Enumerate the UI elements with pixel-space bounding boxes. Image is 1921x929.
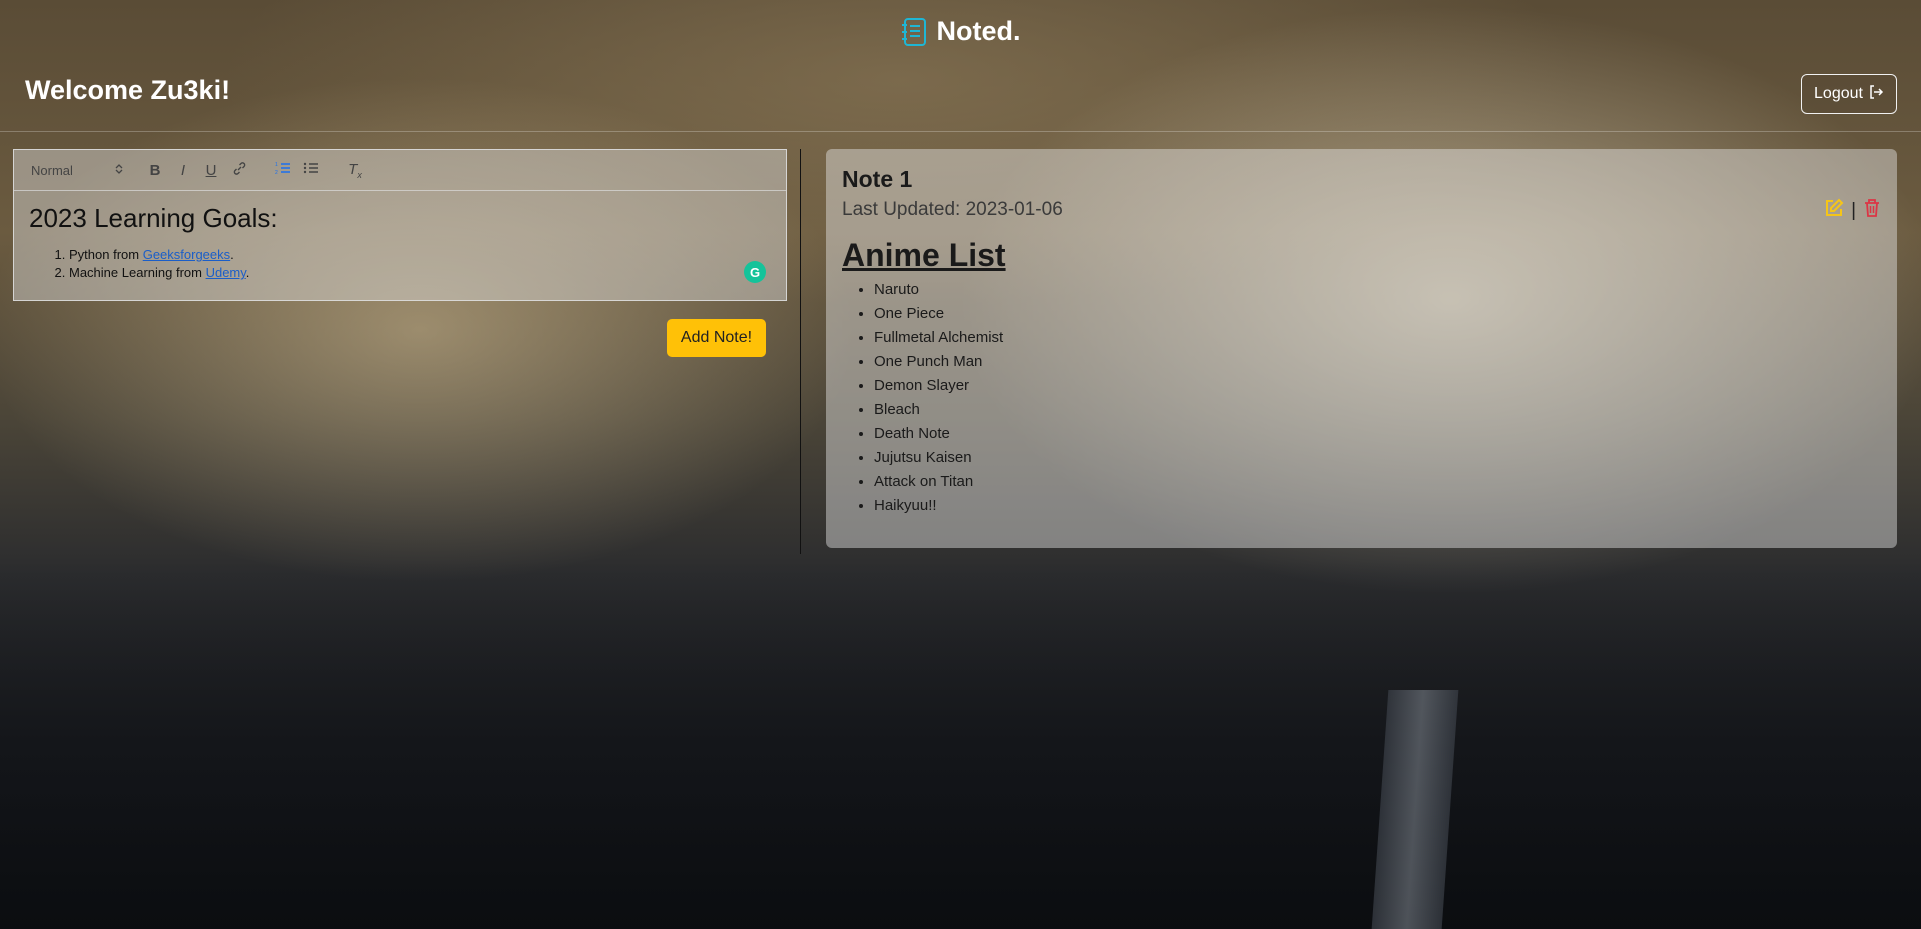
editor-heading: 2023 Learning Goals: — [29, 203, 278, 233]
header-divider — [0, 131, 1921, 132]
select-arrows-icon — [115, 163, 123, 178]
editor-list-item: Machine Learning from Udemy. — [69, 264, 771, 282]
list-item: Fullmetal Alchemist — [874, 326, 1881, 350]
geeksforgeeks-link[interactable]: Geeksforgeeks — [143, 247, 230, 262]
italic-icon: I — [180, 161, 186, 179]
note-editor[interactable]: Normal B I U 12 Tx 2023 Learning Goals: … — [13, 149, 787, 301]
editor-content[interactable]: 2023 Learning Goals: Python from Geeksfo… — [14, 191, 786, 283]
edit-icon[interactable] — [1824, 198, 1844, 223]
bookmark-ribbon — [1371, 690, 1459, 929]
list-item: Jujutsu Kaisen — [874, 446, 1881, 470]
bold-button[interactable]: B — [141, 158, 169, 182]
link-icon — [232, 161, 247, 180]
list-item: Demon Slayer — [874, 374, 1881, 398]
logout-label: Logout — [1814, 85, 1863, 102]
list-item: One Piece — [874, 302, 1881, 326]
italic-button[interactable]: I — [169, 158, 197, 182]
ordered-list-icon: 12 — [275, 161, 291, 179]
list-item: Bleach — [874, 398, 1881, 422]
note-actions: | — [1824, 198, 1881, 223]
editor-toolbar: Normal B I U 12 Tx — [14, 150, 786, 191]
logout-button[interactable]: Logout — [1801, 74, 1897, 114]
svg-text:1: 1 — [275, 162, 278, 168]
add-note-button[interactable]: Add Note! — [667, 319, 766, 357]
editor-ordered-list: Python from Geeksforgeeks. Machine Learn… — [29, 246, 771, 282]
ordered-list-button[interactable]: 12 — [269, 158, 297, 182]
grammarly-icon[interactable]: G — [744, 261, 766, 283]
bold-icon: B — [149, 161, 161, 179]
note-last-updated: Last Updated: 2023-01-06 — [842, 199, 1063, 220]
brand-name: Noted. — [936, 16, 1021, 46]
list-item: Haikyuu!! — [874, 494, 1881, 518]
list-item: Attack on Titan — [874, 470, 1881, 494]
underline-button[interactable]: U — [197, 158, 225, 182]
notebook-icon — [901, 17, 929, 47]
trash-icon[interactable] — [1863, 198, 1881, 223]
action-separator: | — [1851, 199, 1856, 221]
udemy-link[interactable]: Udemy — [206, 265, 246, 280]
svg-text:2: 2 — [275, 170, 278, 175]
bullet-list-icon — [303, 161, 319, 179]
bullet-list-button[interactable] — [297, 158, 325, 182]
list-item: One Punch Man — [874, 350, 1881, 374]
list-item: Death Note — [874, 422, 1881, 446]
underline-icon: U — [205, 161, 217, 179]
list-item: Naruto — [874, 278, 1881, 302]
note-title: Note 1 — [842, 166, 913, 192]
editor-list-item: Python from Geeksforgeeks. — [69, 246, 771, 264]
format-select[interactable]: Normal — [31, 163, 123, 178]
clear-format-icon: Tx — [348, 160, 362, 180]
format-select-value: Normal — [31, 162, 73, 178]
brand-logo: Noted. — [0, 16, 1921, 47]
column-divider — [800, 149, 801, 554]
clear-format-button[interactable]: Tx — [341, 158, 369, 182]
note-content-heading: Anime List — [842, 237, 1006, 273]
welcome-message: Welcome Zu3ki! — [25, 75, 231, 105]
link-button[interactable] — [225, 158, 253, 182]
note-card: Note 1 Last Updated: 2023-01-06 | Anime … — [826, 149, 1897, 548]
logout-icon — [1868, 84, 1884, 105]
background-image — [0, 560, 1921, 929]
note-content-list: Naruto One Piece Fullmetal Alchemist One… — [842, 278, 1881, 518]
